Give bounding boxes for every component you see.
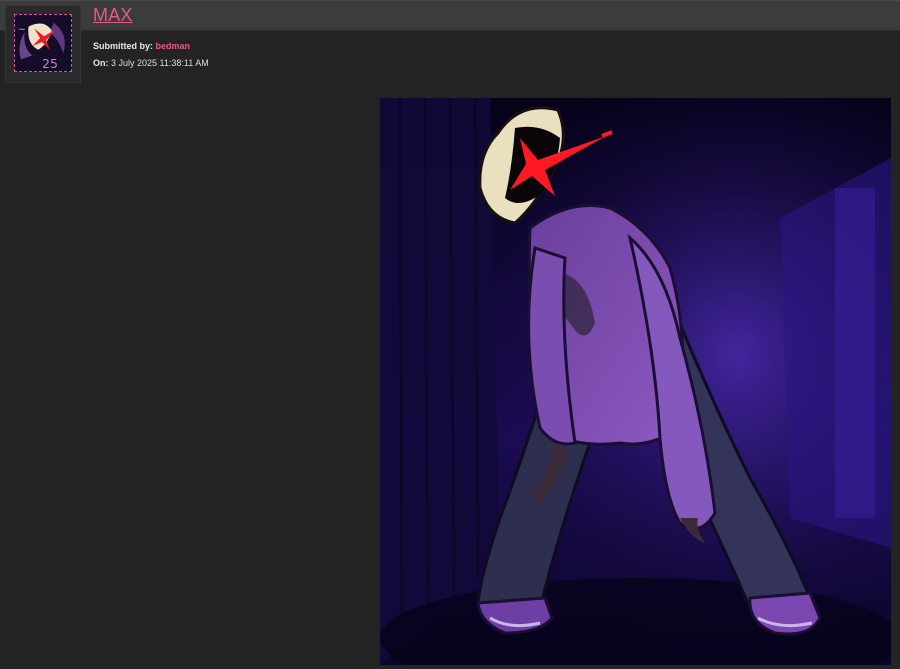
date-label: On: [93, 58, 109, 68]
submitted-by-label: Submitted by: [93, 41, 153, 51]
user-avatar[interactable]: ~ 25 [14, 14, 72, 72]
submission-date-line: On: 3 July 2025 11:38:11 AM [93, 58, 209, 68]
svg-text:25: 25 [42, 56, 58, 71]
submitter-link[interactable]: bedman [156, 41, 191, 51]
submitted-by-line: Submitted by: bedman [93, 41, 190, 51]
header-bar [0, 0, 900, 31]
avatar-image: ~ 25 [15, 15, 71, 71]
submission-title-link[interactable]: MAX [93, 5, 133, 26]
submission-artwork[interactable] [380, 98, 891, 665]
svg-text:~: ~ [18, 24, 26, 35]
image-caption-edge [575, 664, 695, 669]
artwork-image [380, 98, 891, 665]
submission-page: ~ 25 MAX Submitted by: bedman On: 3 July… [0, 0, 900, 669]
submission-date: 3 July 2025 11:38:11 AM [111, 58, 209, 68]
